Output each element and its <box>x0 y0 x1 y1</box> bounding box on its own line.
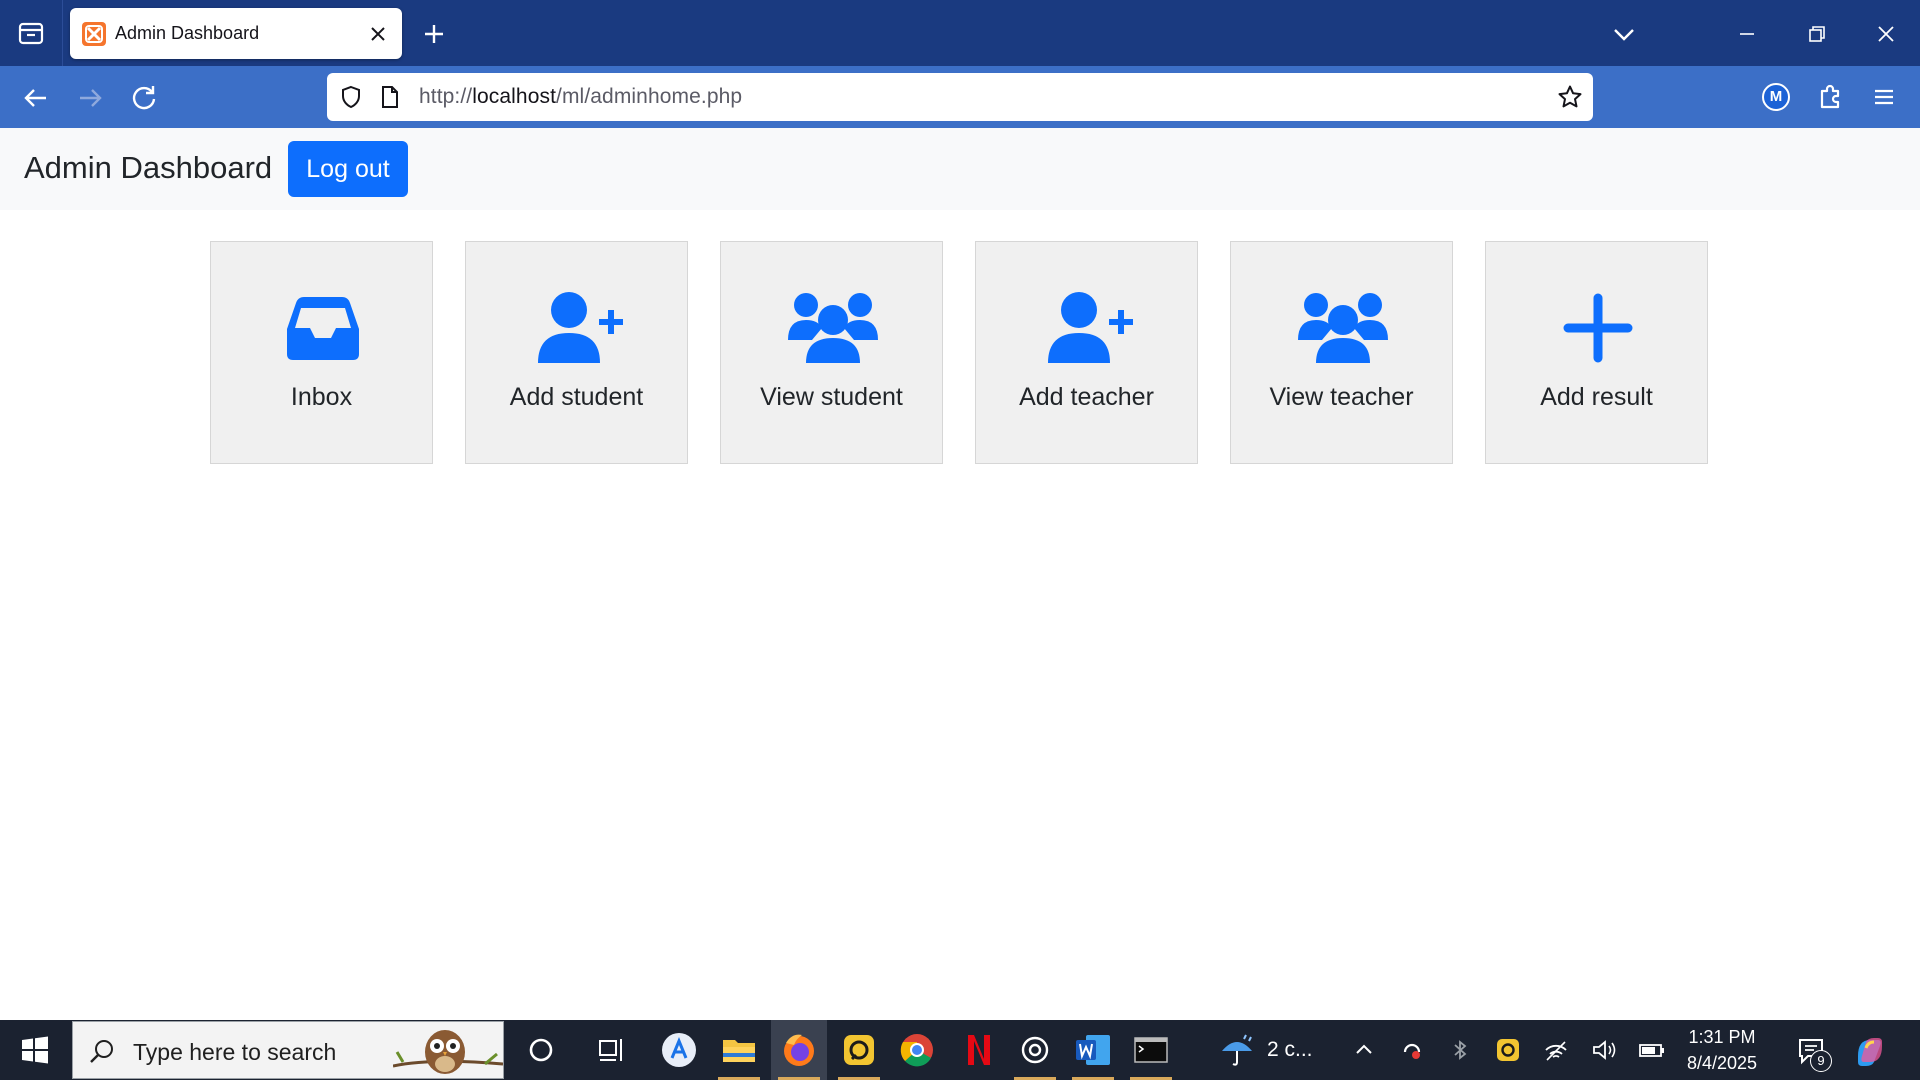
account-avatar[interactable]: M <box>1762 83 1790 111</box>
minimize-icon[interactable] <box>1727 14 1767 54</box>
browser-nav-toolbar: http://localhost/ml/adminhome.php M <box>0 66 1920 128</box>
wifi-icon[interactable] <box>1542 1036 1570 1064</box>
search-placeholder: Type here to search <box>133 1039 337 1065</box>
url-path: /ml/adminhome.php <box>556 85 743 108</box>
owl-search-highlight-icon <box>393 1022 503 1080</box>
hamburger-menu-icon[interactable] <box>1870 83 1898 111</box>
navbar-brand[interactable]: Admin Dashboard <box>24 150 272 186</box>
url-host: localhost <box>472 85 557 108</box>
card-label: Inbox <box>290 383 353 411</box>
clock-time: 1:31 PM <box>1688 1027 1756 1047</box>
tab-strip-separator <box>62 0 63 66</box>
chevron-up-icon[interactable] <box>1350 1036 1378 1064</box>
card-label: Add student <box>509 383 644 411</box>
card-label: View student <box>760 383 903 411</box>
rustdesk-icon[interactable] <box>838 1029 880 1071</box>
card-label: Add teacher <box>1019 383 1154 411</box>
windows-taskbar: Type here to search 2 c... 1:31 PM 8/4/2… <box>0 1020 1920 1080</box>
firefox-view-icon[interactable] <box>14 18 48 48</box>
user-plus-icon <box>1043 290 1133 365</box>
user-plus-icon <box>533 290 623 365</box>
extensions-puzzle-icon[interactable] <box>1816 82 1846 112</box>
copilot-icon[interactable] <box>1852 1034 1888 1068</box>
card-add-student[interactable]: Add student <box>465 241 688 464</box>
terminal-icon[interactable] <box>1130 1029 1172 1071</box>
app-store-icon[interactable] <box>658 1029 700 1071</box>
users-icon <box>788 290 878 365</box>
taskbar-search-box[interactable]: Type here to search <box>72 1021 504 1079</box>
weather-text[interactable]: 2 c... <box>1267 1038 1313 1062</box>
tab-title: Admin Dashboard <box>115 23 260 43</box>
browser-tab-strip: Admin Dashboard <box>0 0 1920 66</box>
card-inbox[interactable]: Inbox <box>210 241 433 464</box>
firefox-icon[interactable] <box>778 1029 820 1071</box>
bluetooth-off-icon[interactable] <box>1446 1036 1474 1064</box>
netflix-icon[interactable] <box>955 1029 997 1071</box>
inbox-icon <box>278 290 368 365</box>
window-close-icon[interactable] <box>1866 14 1906 54</box>
card-view-student[interactable]: View student <box>720 241 943 464</box>
card-add-teacher[interactable]: Add teacher <box>975 241 1198 464</box>
restore-icon[interactable] <box>1797 14 1837 54</box>
cortana-circle-icon[interactable] <box>520 1029 562 1071</box>
tab-admin-dashboard[interactable]: Admin Dashboard <box>70 8 402 59</box>
url-scheme: http:// <box>419 85 473 108</box>
weather-rain-icon[interactable] <box>1216 1029 1258 1071</box>
url-text[interactable]: http://localhost/ml/adminhome.php <box>419 85 742 109</box>
clock-date: 8/4/2025 <box>1686 1053 1758 1073</box>
windows-start-icon[interactable] <box>0 1020 70 1080</box>
rustdesk-tray-icon[interactable] <box>1494 1036 1522 1064</box>
address-bar[interactable]: http://localhost/ml/adminhome.php <box>327 73 1593 121</box>
tab-close-icon[interactable] <box>366 22 390 46</box>
taskbar-clock[interactable]: 1:31 PM 8/4/2025 <box>1680 1024 1764 1076</box>
chevron-down-icon[interactable] <box>1608 18 1640 50</box>
users-icon <box>1298 290 1388 365</box>
admin-navbar: Admin Dashboard Log out <box>0 128 1920 210</box>
plus-icon <box>1553 290 1643 365</box>
search-icon <box>89 1038 115 1064</box>
card-label: Add result <box>1540 383 1653 411</box>
card-label: View teacher <box>1269 383 1414 411</box>
new-tab-plus-icon[interactable] <box>418 18 450 50</box>
file-explorer-icon[interactable] <box>718 1029 760 1071</box>
notification-count-badge: 9 <box>1810 1050 1832 1072</box>
card-view-teacher[interactable]: View teacher <box>1230 241 1453 464</box>
battery-icon[interactable] <box>1638 1036 1666 1064</box>
logout-button[interactable]: Log out <box>288 141 408 197</box>
task-view-icon[interactable] <box>590 1029 632 1071</box>
sync-tray-icon[interactable] <box>1398 1036 1426 1064</box>
forward-arrow-icon[interactable] <box>73 81 107 115</box>
page-viewport: Admin Dashboard Log out Inbox Add studen… <box>0 128 1920 1020</box>
chatgpt-icon[interactable] <box>1014 1029 1056 1071</box>
tracking-shield-icon[interactable] <box>339 85 363 109</box>
page-info-icon[interactable] <box>379 85 401 109</box>
chrome-icon[interactable] <box>896 1029 938 1071</box>
card-add-result[interactable]: Add result <box>1485 241 1708 464</box>
reload-icon[interactable] <box>127 81 161 115</box>
xampp-favicon-icon <box>82 22 106 46</box>
volume-icon[interactable] <box>1590 1036 1618 1064</box>
bookmark-star-icon[interactable] <box>1557 84 1583 110</box>
word-icon[interactable] <box>1072 1029 1114 1071</box>
back-arrow-icon[interactable] <box>19 81 53 115</box>
